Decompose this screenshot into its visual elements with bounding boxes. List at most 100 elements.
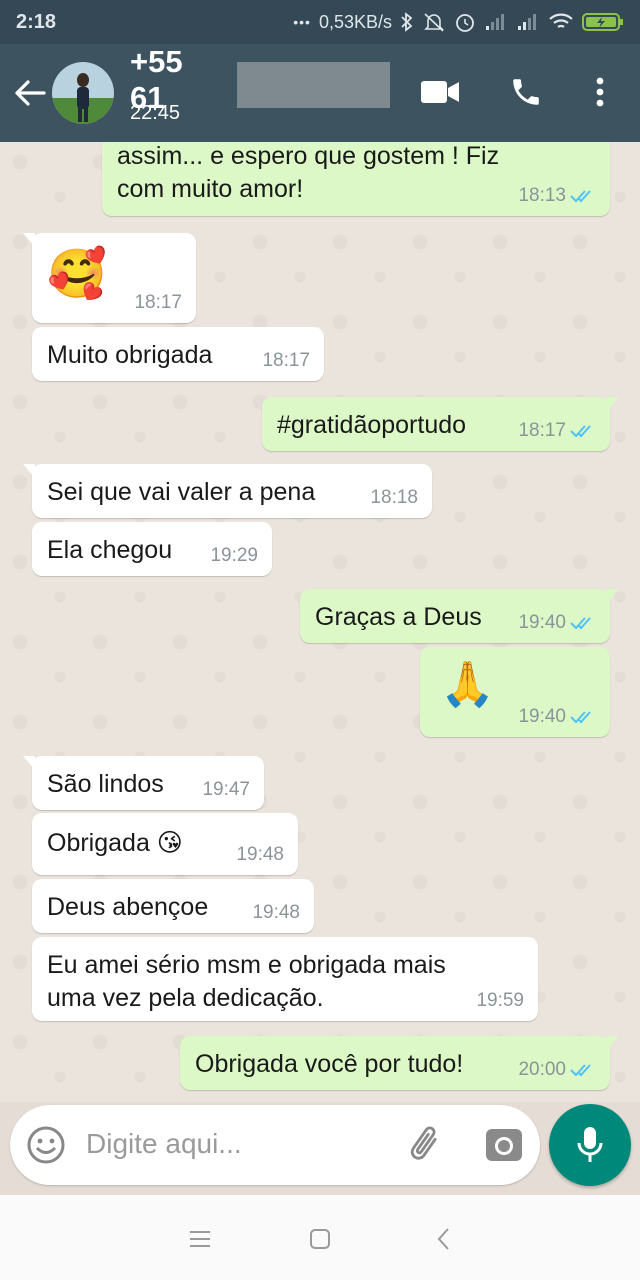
message-incoming[interactable]: Eu amei sério msm e obrigada mais uma ve… (32, 937, 538, 1021)
message-text: #gratidãoportudo (277, 411, 467, 439)
alarm-icon (454, 11, 476, 33)
read-ticks-icon (570, 711, 591, 724)
message-time: 19:48 (236, 844, 284, 865)
read-ticks-icon (570, 425, 591, 438)
back-nav-button[interactable] (424, 1221, 464, 1257)
message-meta: 18:13 (518, 185, 596, 207)
contact-name-row: +55 61 (130, 44, 390, 115)
message-meta: 19:48 (252, 902, 300, 924)
message-meta: 19:47 (202, 779, 250, 801)
menu-button[interactable] (572, 64, 628, 120)
voice-message-button[interactable] (549, 1104, 631, 1186)
video-call-button[interactable] (412, 64, 468, 120)
message-text: Eu amei sério msm e obrigada mais uma ve… (47, 951, 446, 1012)
signal-icon (484, 12, 508, 32)
attach-button[interactable] (404, 1125, 448, 1170)
message-time: 19:40 (518, 612, 566, 633)
message-incoming[interactable]: Ela chegou 19:29 (32, 522, 272, 576)
chat-header: +55 61 22:45 (0, 44, 640, 142)
message-time: 19:47 (202, 779, 250, 800)
message-text: Obrigada 😘 (47, 829, 183, 857)
message-meta: 18:17 (134, 292, 182, 314)
message-time: 19:48 (252, 902, 300, 923)
message-text: assim... e espero que gostem ! Fiz com m… (117, 142, 500, 203)
more-vert-icon (596, 77, 604, 107)
status-icons: ••• 0,53KB/s (293, 11, 624, 33)
message-meta: 18:17 (518, 420, 596, 442)
microphone-icon (577, 1127, 603, 1162)
paperclip-icon (410, 1126, 437, 1160)
wifi-icon (548, 12, 574, 32)
battery-charging-icon (582, 11, 624, 33)
system-nav-bar (0, 1195, 640, 1280)
message-meta: 19:40 (518, 706, 596, 728)
read-ticks-icon (570, 617, 591, 630)
home-square-icon (310, 1229, 330, 1249)
message-text: Muito obrigada (47, 341, 213, 369)
mute-icon (422, 11, 446, 33)
status-time: 2:18 (16, 10, 57, 33)
message-incoming[interactable]: Sei que vai valer a pena 18:18 (23, 464, 432, 518)
message-time: 18:17 (518, 420, 566, 441)
redacted-block (236, 61, 390, 108)
contact-info[interactable]: +55 61 22:45 (130, 44, 390, 125)
message-meta: 19:48 (236, 844, 284, 866)
message-time: 19:40 (518, 706, 566, 727)
status-bar: 2:18 ••• 0,53KB/s (0, 0, 640, 44)
home-nav-button[interactable] (300, 1221, 340, 1257)
message-incoming[interactable]: São lindos 19:47 (23, 756, 264, 810)
message-outgoing[interactable]: #gratidãoportudo 18:17 (262, 397, 619, 451)
back-arrow-icon (15, 80, 46, 106)
message-time: 18:17 (134, 292, 182, 313)
message-outgoing[interactable]: 🙏 19:40 (420, 647, 610, 737)
message-time: 20:00 (518, 1059, 566, 1080)
video-camera-icon (421, 81, 459, 103)
read-ticks-icon (570, 190, 591, 203)
avatar[interactable] (52, 62, 114, 124)
message-input[interactable] (86, 1128, 386, 1160)
chevron-left-icon (437, 1228, 449, 1250)
message-outgoing[interactable]: Graças a Deus 19:40 (300, 589, 619, 643)
message-text: Graças a Deus (315, 603, 482, 631)
phone-icon (513, 79, 539, 105)
camera-icon (486, 1129, 522, 1161)
message-text: Sei que vai valer a pena (47, 478, 316, 506)
message-meta: 20:00 (518, 1059, 596, 1081)
message-meta: 19:40 (518, 612, 596, 634)
message-meta: 18:17 (262, 350, 310, 372)
message-meta: 19:59 (476, 990, 524, 1012)
message-text: Obrigada você por tudo! (195, 1050, 464, 1078)
network-speed: 0,53KB/s (318, 11, 392, 32)
voice-call-button[interactable] (498, 64, 554, 120)
message-meta: 18:18 (370, 487, 418, 509)
message-incoming[interactable]: Muito obrigada 18:17 (32, 327, 324, 381)
message-incoming[interactable]: 🥰 18:17 (23, 233, 196, 323)
message-meta: 19:29 (210, 545, 258, 567)
hamburger-icon (190, 1231, 210, 1247)
message-incoming[interactable]: Deus abençoe 19:48 (32, 879, 314, 933)
message-time: 19:59 (476, 990, 524, 1011)
message-composer (10, 1105, 540, 1185)
emoji-icon (27, 1126, 65, 1164)
message-text: Deus abençoe (47, 893, 209, 921)
message-time: 18:13 (518, 185, 566, 206)
message-incoming[interactable]: Obrigada 😘 19:48 (32, 813, 298, 875)
message-text: Ela chegou (47, 536, 173, 564)
bluetooth-icon (400, 11, 414, 33)
message-time: 19:29 (210, 545, 258, 566)
status-dots: ••• (293, 14, 311, 30)
message-time: 18:17 (262, 350, 310, 371)
message-time: 18:18 (370, 487, 418, 508)
message-outgoing[interactable]: Obrigada você por tudo! 20:00 (180, 1036, 619, 1090)
chat-area[interactable]: assim... e espero que gostem ! Fiz com m… (0, 142, 640, 1102)
message-outgoing[interactable]: assim... e espero que gostem ! Fiz com m… (102, 142, 610, 216)
message-text: São lindos (47, 770, 164, 798)
menu-nav-button[interactable] (180, 1221, 220, 1257)
emoji-button[interactable] (26, 1125, 66, 1170)
camera-button[interactable] (484, 1125, 524, 1170)
signal-icon (516, 12, 540, 32)
back-button[interactable] (6, 63, 54, 123)
message-text: 🥰 (47, 248, 107, 301)
message-text: 🙏 (440, 660, 495, 709)
read-ticks-icon (570, 1064, 591, 1077)
